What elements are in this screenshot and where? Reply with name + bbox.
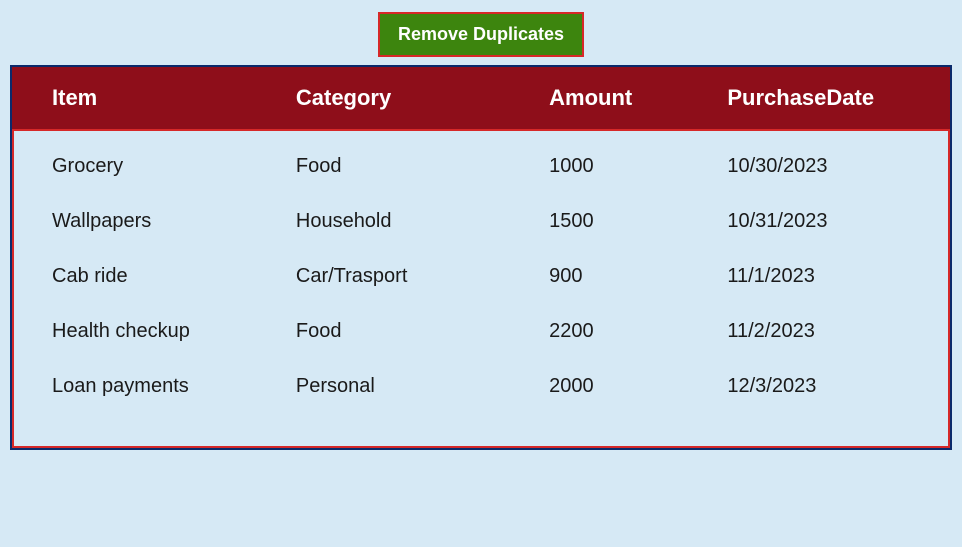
header-amount: Amount <box>509 67 687 129</box>
table-row: Cab ride Car/Trasport 900 11/1/2023 <box>12 249 950 304</box>
cell-category: Car/Trasport <box>256 249 509 304</box>
cell-item: Cab ride <box>12 249 256 304</box>
table-row: Wallpapers Household 1500 10/31/2023 <box>12 194 950 249</box>
header-item: Item <box>12 67 256 129</box>
table-row: Grocery Food 1000 10/30/2023 <box>12 129 950 194</box>
cell-amount: 2200 <box>509 304 687 359</box>
table-container: Item Category Amount PurchaseDate Grocer… <box>10 65 952 450</box>
cell-category: Food <box>256 129 509 194</box>
cell-category: Personal <box>256 359 509 448</box>
cell-category: Food <box>256 304 509 359</box>
cell-amount: 2000 <box>509 359 687 448</box>
cell-item: Grocery <box>12 129 256 194</box>
cell-date: 11/1/2023 <box>687 249 950 304</box>
button-container: Remove Duplicates <box>0 0 962 65</box>
header-purchase-date: PurchaseDate <box>687 67 950 129</box>
cell-date: 10/30/2023 <box>687 129 950 194</box>
cell-item: Loan payments <box>12 359 256 448</box>
cell-amount: 900 <box>509 249 687 304</box>
data-table: Item Category Amount PurchaseDate Grocer… <box>12 67 950 448</box>
cell-item: Health checkup <box>12 304 256 359</box>
cell-item: Wallpapers <box>12 194 256 249</box>
cell-amount: 1500 <box>509 194 687 249</box>
table-body: Grocery Food 1000 10/30/2023 Wallpapers … <box>12 129 950 448</box>
header-category: Category <box>256 67 509 129</box>
cell-amount: 1000 <box>509 129 687 194</box>
cell-date: 10/31/2023 <box>687 194 950 249</box>
cell-date: 12/3/2023 <box>687 359 950 448</box>
table-header-row: Item Category Amount PurchaseDate <box>12 67 950 129</box>
table-row: Health checkup Food 2200 11/2/2023 <box>12 304 950 359</box>
cell-date: 11/2/2023 <box>687 304 950 359</box>
cell-category: Household <box>256 194 509 249</box>
table-row: Loan payments Personal 2000 12/3/2023 <box>12 359 950 448</box>
remove-duplicates-button[interactable]: Remove Duplicates <box>378 12 584 57</box>
